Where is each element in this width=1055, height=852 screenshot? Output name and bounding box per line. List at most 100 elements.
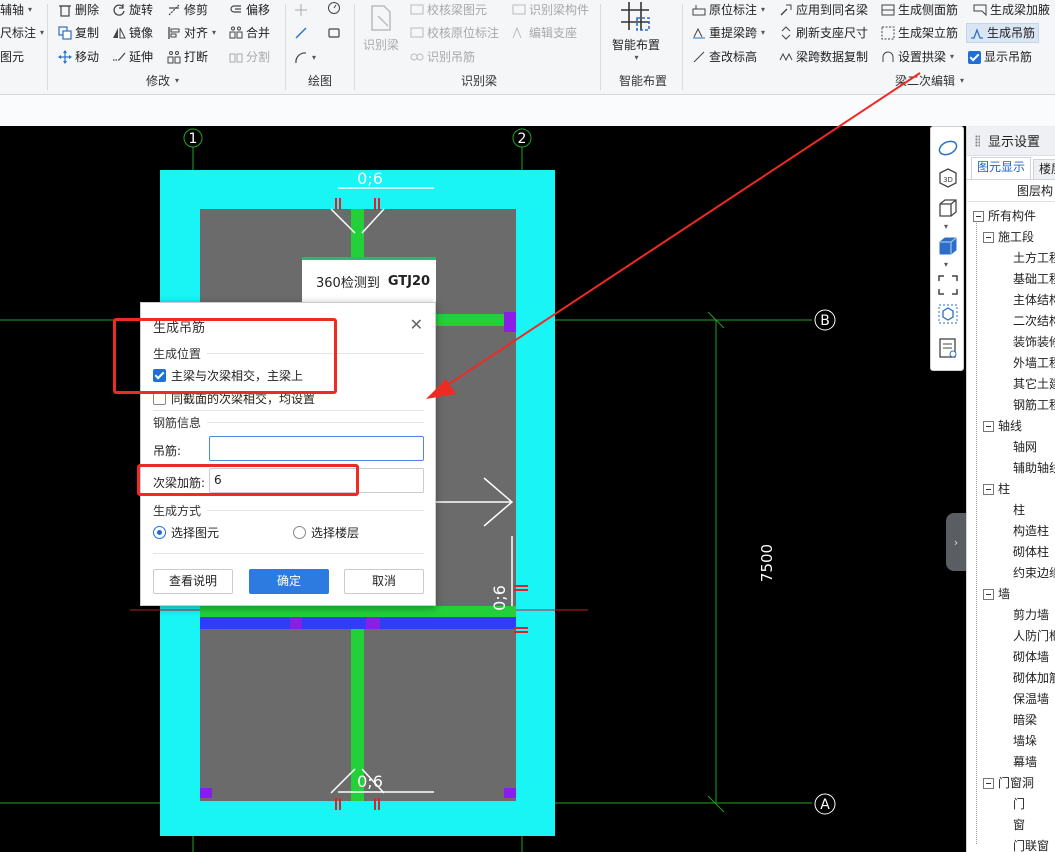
collapse-icon[interactable] — [983, 778, 994, 789]
copy-button[interactable]: 复制 — [58, 23, 99, 43]
smart-layout-button[interactable]: 智能布置 ▾ — [608, 0, 664, 62]
gen-stirrup-column-button[interactable]: 生成架立筋 — [881, 23, 958, 43]
tree-item[interactable]: 砌体墙 — [1013, 647, 1049, 668]
gen-beam-haunch-button[interactable]: 生成梁加腋 — [973, 0, 1050, 20]
help-button[interactable]: 查看说明 — [153, 569, 233, 594]
hanger-input[interactable] — [209, 436, 424, 461]
re-extract-span-button[interactable]: 重提梁跨 ▾ — [692, 23, 765, 43]
show-hanger-checkbox[interactable]: 显示吊筋 — [968, 47, 1032, 67]
tree-item[interactable]: 暗梁 — [1013, 710, 1037, 731]
rectangle-icon[interactable] — [327, 26, 341, 40]
tree-item[interactable]: 外墙工程 — [1013, 353, 1055, 374]
check-beam-element-button[interactable]: 校核梁图元 — [410, 0, 487, 20]
tab-element-display[interactable]: 图元显示 — [971, 157, 1032, 179]
tree-item[interactable]: 施工段 — [983, 227, 1034, 248]
tree-item[interactable]: 土方工程 — [1013, 248, 1055, 269]
tree-item[interactable]: 剪力墙 — [1013, 605, 1049, 626]
refresh-support-button[interactable]: 刷新支座尺寸 — [779, 23, 868, 43]
tree-item[interactable]: 装饰装修 — [1013, 332, 1055, 353]
chevron-down-icon[interactable]: ▾ — [944, 260, 948, 269]
close-icon[interactable]: ✕ — [410, 315, 423, 334]
merge-button[interactable]: 合并 — [229, 23, 270, 43]
tree-item[interactable]: 辅助轴线 — [1013, 458, 1055, 479]
tree-item[interactable]: 人防门框 — [1013, 626, 1055, 647]
identify-hanger-button[interactable]: 识别吊筋 — [410, 47, 475, 67]
arc-button[interactable]: ▾ — [294, 48, 316, 68]
gen-side-rebar-button[interactable]: 生成侧面筋 — [881, 0, 958, 20]
properties-icon[interactable] — [937, 337, 959, 359]
check-origin-mark-button[interactable]: 校核原位标注 — [410, 23, 499, 43]
gen-hanger-button[interactable]: 生成吊筋 — [966, 23, 1040, 43]
tree-item[interactable]: 墙 — [983, 584, 1010, 605]
collapse-icon[interactable] — [983, 484, 994, 495]
collapse-icon[interactable] — [973, 211, 984, 222]
tree-item[interactable]: 门窗洞 — [983, 773, 1034, 794]
break-button[interactable]: 打断 — [167, 47, 208, 67]
fit-view-icon[interactable] — [937, 274, 959, 296]
cancel-button[interactable]: 取消 — [344, 569, 424, 594]
line-icon[interactable] — [294, 26, 308, 40]
notification-toast[interactable]: 360检测到 GTJ20 — [302, 257, 436, 303]
solid-cube-icon[interactable] — [937, 235, 959, 257]
orbit-icon[interactable] — [937, 137, 959, 159]
identify-beam-button[interactable]: 识别梁 — [360, 2, 402, 53]
tree-item[interactable]: 基础工程 — [1013, 269, 1055, 290]
radio-select-floor[interactable]: 选择楼层 — [293, 524, 359, 541]
check-elevation-button[interactable]: 查改标高 — [692, 47, 757, 67]
edit-support-button[interactable]: 编辑支座 — [512, 23, 577, 43]
panel-header[interactable]: 显示设置 — [967, 126, 1055, 156]
tree-item[interactable]: 其它土建 — [1013, 374, 1055, 395]
tree-item[interactable]: 二次结构 — [1013, 311, 1055, 332]
tree-item[interactable]: 幕墙 — [1013, 752, 1037, 773]
tree-item[interactable]: 门联窗 — [1013, 836, 1049, 852]
collapse-icon[interactable] — [983, 421, 994, 432]
cube-view-icon[interactable] — [937, 197, 959, 219]
drag-handle-icon[interactable] — [975, 134, 980, 147]
tree-item[interactable]: 钢筋工程 — [1013, 395, 1055, 416]
align-button[interactable]: 对齐 ▾ — [167, 23, 216, 43]
trim-button[interactable]: 修剪 — [167, 0, 208, 20]
origin-mark-button[interactable]: 原位标注 ▾ — [692, 0, 765, 20]
collapse-icon[interactable] — [983, 232, 994, 243]
move-button[interactable]: 移动 — [58, 47, 99, 67]
tree-item[interactable]: 所有构件 — [973, 206, 1036, 227]
tree-item[interactable]: 砌体加筋 — [1013, 668, 1055, 689]
dim-mark-button[interactable]: 尺标注 ▾ — [0, 23, 44, 43]
tree-item[interactable]: 砌体柱 — [1013, 542, 1049, 563]
tree-item[interactable]: 墙垛 — [1013, 731, 1037, 752]
ok-button[interactable]: 确定 — [249, 569, 329, 594]
3d-view-icon[interactable]: 3D — [937, 167, 959, 189]
radio-select-element[interactable]: 选择图元 — [153, 524, 219, 541]
chevron-down-icon[interactable]: ▾ — [944, 222, 948, 231]
tab-floor-display[interactable]: 楼层 — [1033, 159, 1055, 179]
apply-same-beam-button[interactable]: 应用到同名梁 — [779, 0, 868, 20]
rotate-button[interactable]: 旋转 — [112, 0, 153, 20]
offset-button[interactable]: 偏移 — [229, 0, 270, 20]
box-select-icon[interactable] — [937, 303, 959, 325]
panel-collapse-handle[interactable]: › — [946, 513, 966, 571]
tree-item[interactable]: 门 — [1013, 794, 1025, 815]
group-beam-secondary[interactable]: 梁二次编辑 ▾ — [895, 72, 964, 90]
mirror-button[interactable]: 镜像 — [112, 23, 153, 43]
tree-item[interactable]: 构造柱 — [1013, 521, 1049, 542]
collapse-icon[interactable] — [983, 589, 994, 600]
aux-axis-button[interactable]: 辅轴 ▾ — [0, 0, 32, 20]
extend-button[interactable]: 延伸 — [112, 47, 153, 67]
split-button[interactable]: 分割 — [229, 47, 270, 67]
copy-span-data-button[interactable]: 梁跨数据复制 — [779, 47, 868, 67]
tree-item[interactable]: 柱 — [1013, 500, 1025, 521]
tree-item[interactable]: 约束边缘 — [1013, 563, 1055, 584]
tree-item[interactable]: 轴线 — [983, 416, 1022, 437]
point-icon[interactable] — [294, 3, 308, 17]
tree-item[interactable]: 窗 — [1013, 815, 1025, 836]
delete-button[interactable]: 删除 — [58, 0, 99, 20]
tree-item[interactable]: 轴网 — [1013, 437, 1037, 458]
tree-item[interactable]: 主体结构 — [1013, 290, 1055, 311]
identify-beam-component-button[interactable]: 识别梁构件 — [512, 0, 589, 20]
draw-element-button[interactable]: 图元 — [0, 47, 24, 67]
tree-item[interactable]: 柱 — [983, 479, 1010, 500]
set-arch-button[interactable]: 设置拱梁 ▾ — [881, 47, 954, 67]
clock-icon[interactable] — [327, 1, 341, 15]
tree-item[interactable]: 保温墙 — [1013, 689, 1049, 710]
group-modify[interactable]: 修改 ▾ — [146, 72, 179, 90]
